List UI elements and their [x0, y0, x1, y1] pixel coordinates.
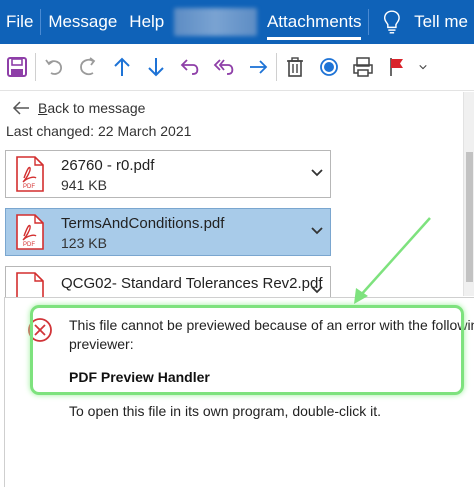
- last-changed-row: Last changed: 22 March 2021: [6, 123, 191, 139]
- forward-button[interactable]: [241, 44, 275, 90]
- pdf-file-icon: PDF: [16, 214, 44, 250]
- attachment-name: 26760 - r0.pdf: [61, 157, 155, 174]
- reply-icon: [180, 59, 199, 75]
- more-icon: [419, 64, 427, 70]
- attachment-size: 941 KB: [61, 177, 107, 193]
- delete-icon: [287, 57, 303, 77]
- last-changed-label: Last changed:: [6, 123, 94, 139]
- more-commands-button[interactable]: [414, 44, 432, 90]
- save-button[interactable]: [0, 44, 34, 90]
- chevron-down-icon[interactable]: [310, 168, 324, 178]
- open-file-hint: To open this file in its own program, do…: [69, 403, 382, 419]
- attachment-size: 123 KB: [61, 235, 107, 251]
- redo-button[interactable]: [71, 44, 105, 90]
- flag-button[interactable]: [380, 44, 414, 90]
- menu-divider: [368, 9, 370, 35]
- undo-icon: [45, 59, 62, 75]
- save-icon: [7, 57, 27, 77]
- menu-help[interactable]: Help: [123, 0, 170, 44]
- attachment-item-selected[interactable]: PDF TermsAndConditions.pdf 123 KB: [5, 208, 331, 256]
- menu-divider: [40, 9, 42, 35]
- back-arrow-icon: [12, 101, 29, 115]
- attachment-name: TermsAndConditions.pdf: [61, 215, 225, 232]
- next-item-button[interactable]: [139, 44, 173, 90]
- delete-button[interactable]: [278, 44, 312, 90]
- menu-message[interactable]: Message: [42, 0, 123, 44]
- annotation-arrow-icon: [354, 217, 431, 304]
- back-to-message-link[interactable]: Back to message: [12, 97, 145, 119]
- reply-all-button[interactable]: [207, 44, 241, 90]
- menu-file[interactable]: File: [0, 0, 39, 44]
- annotation-highlight-box: [30, 305, 464, 395]
- print-button[interactable]: [346, 44, 380, 90]
- tell-me-search[interactable]: Tell me: [408, 0, 474, 44]
- ribbon-menubar: File Message Help Attachments Tell me: [0, 0, 474, 44]
- back-to-message-label[interactable]: Back to message: [38, 100, 145, 116]
- svg-text:PDF: PDF: [23, 184, 35, 190]
- reply-button[interactable]: [173, 44, 207, 90]
- undo-button[interactable]: [37, 44, 71, 90]
- svg-text:PDF: PDF: [23, 242, 35, 248]
- print-icon: [353, 57, 373, 77]
- scrollbar-thumb[interactable]: [466, 152, 473, 282]
- previous-item-button[interactable]: [105, 44, 139, 90]
- chevron-down-icon[interactable]: [310, 285, 324, 295]
- reply-all-icon: [213, 59, 234, 75]
- last-changed-date: 22 March 2021: [98, 123, 192, 139]
- tab-attachments[interactable]: Attachments: [261, 0, 368, 44]
- attachment-name: QCG02- Standard Tolerances Rev2.pdf: [61, 275, 323, 292]
- toolbar-divider: [35, 53, 36, 81]
- attachment-item[interactable]: PDF 26760 - r0.pdf 941 KB: [5, 150, 331, 198]
- attachments-scrollbar[interactable]: [463, 92, 474, 296]
- toolbar-divider: [276, 53, 277, 81]
- down-arrow-icon: [148, 58, 164, 77]
- quick-toolbar: [0, 44, 474, 91]
- lightbulb-icon[interactable]: [382, 7, 402, 37]
- redo-icon: [80, 57, 96, 76]
- redacted-menu-tab: [174, 8, 257, 36]
- flag-icon: [390, 58, 403, 76]
- pdf-file-icon: PDF: [16, 156, 44, 192]
- forward-icon: [250, 60, 268, 74]
- chevron-down-icon[interactable]: [310, 226, 324, 236]
- up-arrow-icon: [114, 57, 130, 76]
- circle-icon: [320, 58, 338, 76]
- status-button[interactable]: [312, 44, 346, 90]
